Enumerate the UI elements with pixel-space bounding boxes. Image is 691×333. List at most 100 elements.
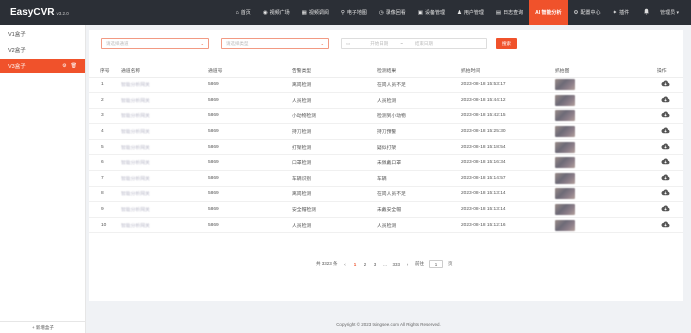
- cell-time: 2023-08-18 15:25:30: [457, 123, 551, 140]
- date-separator: ~: [400, 41, 403, 46]
- sidebar-item[interactable]: V3盒子 ⚙ 🗑: [0, 59, 85, 73]
- page-number[interactable]: 2: [363, 262, 368, 267]
- cloud-download-icon[interactable]: [661, 80, 670, 87]
- nav-item-label: 配置中心: [580, 10, 601, 16]
- top-right-area: 管理员 ▾: [635, 8, 691, 17]
- snapshot-thumbnail[interactable]: [555, 94, 575, 106]
- cell-snapshot: [551, 123, 657, 140]
- snapshot-thumbnail[interactable]: [555, 188, 575, 200]
- table-header-row: 序号 通道名称 通道号 告警类型 检测结果 抓拍时间 抓拍图 操作: [89, 65, 683, 78]
- copyright-footer: Copyright © 2023 tsingsee.com All Rights…: [336, 322, 441, 327]
- bell-icon[interactable]: [643, 8, 650, 17]
- nav-item-label: 首页: [240, 10, 251, 16]
- video-square-icon: ◉: [262, 9, 268, 16]
- cell-actions: [657, 108, 683, 125]
- nav-item-label: 日志查询: [503, 10, 524, 16]
- table-row: 4 智能分析网关 5869 持刀检测 持刀预警 2023-08-18 15:25:30: [89, 123, 683, 140]
- page-ellipsis[interactable]: ...: [383, 262, 388, 267]
- cloud-download-icon[interactable]: [661, 189, 670, 196]
- cell-name: 智能分析网关: [117, 154, 204, 172]
- start-date-input[interactable]: 开始日期: [370, 41, 388, 47]
- prev-page-button[interactable]: ‹: [343, 262, 348, 267]
- snapshot-thumbnail[interactable]: [555, 79, 575, 91]
- delete-icon[interactable]: 🗑: [71, 63, 77, 69]
- nav-item-video-playback[interactable]: ▦ 视频调阅: [296, 0, 335, 25]
- column-header: 检测结果: [373, 65, 457, 78]
- nav-item-home[interactable]: ⌂ 首页: [229, 0, 256, 25]
- cell-snapshot: [551, 170, 657, 187]
- cell-type: 安全帽检测: [288, 201, 373, 218]
- user-menu[interactable]: 管理员 ▾: [660, 9, 679, 16]
- cell-time: 2023-08-18 15:42:15: [457, 108, 551, 125]
- cell-type: 打架检测: [288, 139, 373, 156]
- snapshot-thumbnail[interactable]: [555, 204, 575, 216]
- gear-icon: ⚙: [573, 9, 579, 16]
- cell-idx: 2: [89, 92, 117, 109]
- nav-item-device[interactable]: ▣ 设备管理: [412, 0, 451, 25]
- nav-item-label: 用户管理: [463, 10, 484, 16]
- settings-icon[interactable]: ⚙: [62, 63, 66, 69]
- nav-item-label: 视频调阅: [308, 10, 329, 16]
- channel-select[interactable]: 请选择通道 ⌄: [101, 38, 209, 49]
- page-number[interactable]: 3: [373, 262, 378, 267]
- cell-result: 疑似打架: [373, 139, 457, 156]
- add-box-button[interactable]: + 新增盒子: [0, 321, 86, 333]
- snapshot-thumbnail[interactable]: [555, 219, 575, 231]
- date-range-picker[interactable]: ▭ 开始日期 ~ 结束日期: [341, 38, 487, 49]
- cell-type: 小动物检测: [288, 108, 373, 125]
- next-page-button[interactable]: ›: [405, 262, 410, 267]
- goto-page-input[interactable]: 1: [429, 260, 444, 268]
- end-date-input[interactable]: 结束日期: [415, 41, 433, 47]
- top-navbar: EasyCVR v3.2.0 ⌂ 首页 ◉ 视频广场 ▦ 视频调阅 ⚲ 电子地图 ◷ 录像回看 ▣ 设…: [0, 0, 691, 25]
- cell-type: 车辆识别: [288, 170, 373, 187]
- cell-snapshot: [551, 108, 657, 125]
- snapshot-thumbnail[interactable]: [555, 126, 575, 138]
- type-select[interactable]: 请选择类型 ⌄: [221, 38, 329, 49]
- column-header: 抓拍时间: [457, 65, 551, 78]
- nav-item-gear[interactable]: ⚙ 配置中心: [568, 0, 607, 25]
- nav-item-ai[interactable]: AI 智能分析: [529, 0, 568, 25]
- cell-idx: 6: [89, 154, 117, 172]
- sidebar-item[interactable]: V1盒子: [0, 27, 85, 41]
- calendar-icon: ▭: [346, 40, 351, 46]
- cloud-download-icon[interactable]: [661, 143, 670, 150]
- sidebar-item[interactable]: V2盒子: [0, 43, 85, 57]
- snapshot-thumbnail[interactable]: [555, 110, 575, 122]
- cell-id: 5869: [204, 170, 288, 187]
- app-version: v3.2.0: [56, 11, 69, 16]
- cloud-download-icon[interactable]: [661, 221, 670, 228]
- cell-time: 2023-08-18 15:13:14: [457, 186, 551, 203]
- cell-result: 持刀预警: [373, 123, 457, 140]
- cloud-download-icon[interactable]: [661, 174, 670, 181]
- snapshot-thumbnail[interactable]: [555, 172, 575, 184]
- cell-snapshot: [551, 217, 657, 234]
- app-logo[interactable]: EasyCVR v3.2.0: [0, 7, 85, 18]
- sidebar-item-label: V1盒子: [8, 32, 26, 38]
- snapshot-thumbnail[interactable]: [555, 157, 575, 169]
- page-number[interactable]: 333: [393, 262, 401, 267]
- nav-item-map-pin[interactable]: ⚲ 电子地图: [335, 0, 373, 25]
- nav-item-log[interactable]: ▤ 日志查询: [490, 0, 529, 25]
- cell-idx: 8: [89, 186, 117, 203]
- snapshot-thumbnail[interactable]: [555, 141, 575, 153]
- cell-name: 智能分析网关: [117, 108, 204, 125]
- cloud-download-icon[interactable]: [661, 205, 670, 212]
- search-button[interactable]: 搜索: [496, 38, 517, 49]
- nav-item-recording[interactable]: ◷ 录像回看: [373, 0, 412, 25]
- cell-actions: [657, 92, 683, 109]
- cloud-download-icon[interactable]: [661, 96, 670, 103]
- page-number[interactable]: 1: [353, 262, 358, 267]
- cloud-download-icon[interactable]: [661, 111, 670, 118]
- cell-name: 智能分析网关: [117, 77, 204, 94]
- cloud-download-icon[interactable]: [661, 127, 670, 134]
- cell-name: 智能分析网关: [117, 186, 204, 203]
- cell-time: 2023-08-18 15:44:12: [457, 92, 551, 109]
- cell-result: 车辆: [373, 170, 457, 187]
- nav-item-video-square[interactable]: ◉ 视频广场: [257, 0, 296, 25]
- cell-idx: 10: [89, 217, 117, 234]
- nav-item-plugin[interactable]: ✦ 插件: [606, 0, 635, 25]
- cloud-download-icon[interactable]: [661, 158, 670, 165]
- cell-result: 在岗人员不足: [373, 77, 457, 94]
- nav-item-user[interactable]: ♟ 用户管理: [451, 0, 490, 25]
- cell-type: 人员检测: [288, 92, 373, 109]
